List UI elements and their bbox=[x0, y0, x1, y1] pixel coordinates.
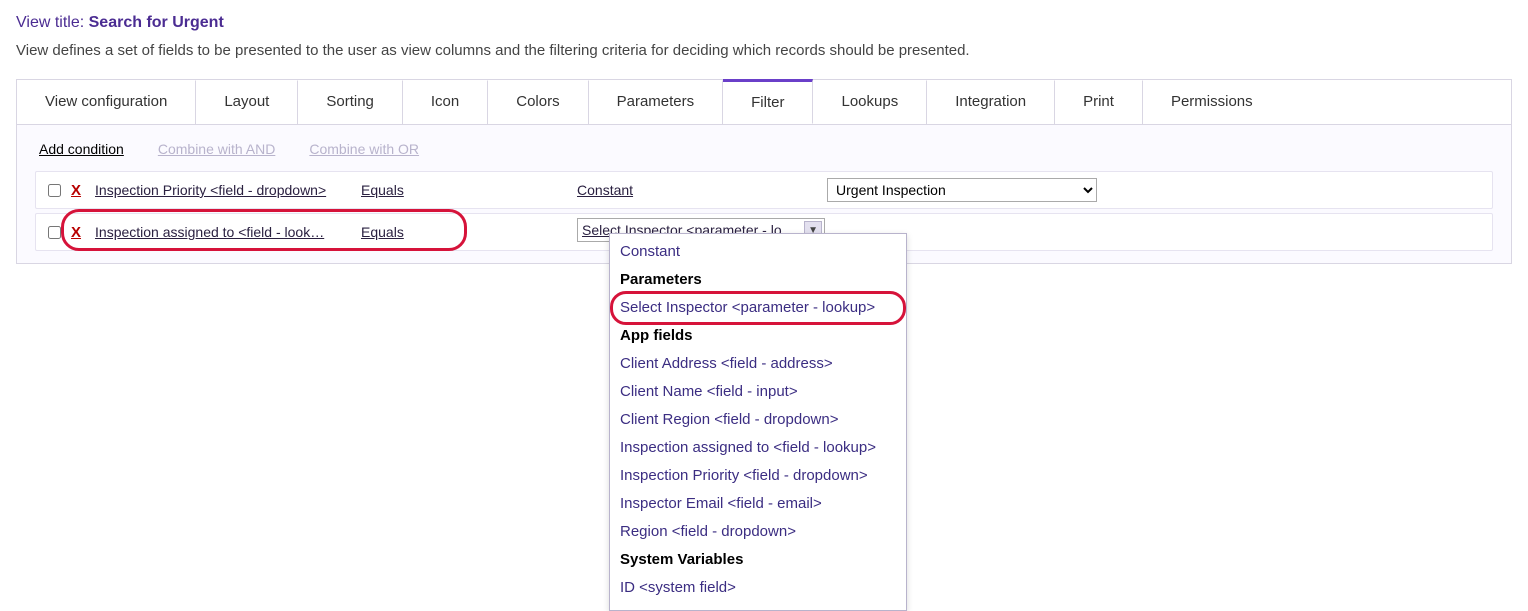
dropdown-heading-system-variables: System Variables bbox=[610, 546, 906, 574]
condition-field-link[interactable]: Inspection Priority <field - dropdown> bbox=[95, 182, 351, 198]
delete-row-icon[interactable]: X bbox=[71, 224, 81, 241]
page-title-value: Search for Urgent bbox=[89, 14, 224, 31]
condition-operator-link[interactable]: Equals bbox=[361, 182, 417, 198]
dropdown-item-client-address[interactable]: Client Address <field - address> bbox=[610, 350, 906, 378]
combine-and-link: Combine with AND bbox=[158, 141, 276, 157]
tab-filter[interactable]: Filter bbox=[723, 79, 813, 124]
tab-print[interactable]: Print bbox=[1055, 80, 1143, 124]
dropdown-item-constant[interactable]: Constant bbox=[610, 238, 906, 266]
filter-actions: Add condition Combine with AND Combine w… bbox=[39, 141, 1493, 157]
row-checkbox[interactable] bbox=[48, 226, 61, 239]
tab-parameters[interactable]: Parameters bbox=[589, 80, 724, 124]
condition-rhs-type-link[interactable]: Constant bbox=[577, 182, 827, 198]
dropdown-item-id[interactable]: ID <system field> bbox=[610, 574, 906, 602]
view-editor-page: View title: Search for Urgent View defin… bbox=[0, 0, 1528, 351]
dropdown-item-inspection-priority[interactable]: Inspection Priority <field - dropdown> bbox=[610, 462, 906, 490]
combine-or-link: Combine with OR bbox=[309, 141, 419, 157]
dropdown-item-client-name[interactable]: Client Name <field - input> bbox=[610, 378, 906, 406]
tab-colors[interactable]: Colors bbox=[488, 80, 588, 124]
tab-lookups[interactable]: Lookups bbox=[813, 80, 927, 124]
dropdown-item-client-region[interactable]: Client Region <field - dropdown> bbox=[610, 406, 906, 434]
rhs-type-dropdown[interactable]: Constant Parameters Select Inspector <pa… bbox=[609, 233, 907, 611]
tab-icon[interactable]: Icon bbox=[403, 80, 488, 124]
dropdown-item-select-inspector[interactable]: Select Inspector <parameter - lookup> bbox=[610, 294, 906, 322]
page-title: View title: Search for Urgent bbox=[16, 14, 1512, 32]
tab-integration[interactable]: Integration bbox=[927, 80, 1055, 124]
tab-view-configuration[interactable]: View configuration bbox=[17, 80, 196, 124]
delete-row-icon[interactable]: X bbox=[71, 182, 81, 199]
condition-operator-link[interactable]: Equals bbox=[361, 224, 417, 240]
dropdown-item-region[interactable]: Region <field - dropdown> bbox=[610, 518, 906, 546]
dropdown-heading-parameters: Parameters bbox=[610, 266, 906, 294]
page-description: View defines a set of fields to be prese… bbox=[16, 42, 1512, 59]
tabs-bar: View configuration Layout Sorting Icon C… bbox=[16, 79, 1512, 124]
condition-field-link[interactable]: Inspection assigned to <field - look… bbox=[95, 224, 351, 240]
row-checkbox[interactable] bbox=[48, 184, 61, 197]
add-condition-link[interactable]: Add condition bbox=[39, 141, 124, 157]
condition-value-select[interactable]: Urgent Inspection bbox=[827, 178, 1097, 202]
page-title-prefix: View title: bbox=[16, 14, 89, 31]
tab-layout[interactable]: Layout bbox=[196, 80, 298, 124]
condition-row: X Inspection Priority <field - dropdown>… bbox=[35, 171, 1493, 209]
tab-permissions[interactable]: Permissions bbox=[1143, 80, 1281, 124]
dropdown-item-inspection-assigned-to[interactable]: Inspection assigned to <field - lookup> bbox=[610, 434, 906, 462]
tab-sorting[interactable]: Sorting bbox=[298, 80, 403, 124]
dropdown-heading-app-fields: App fields bbox=[610, 322, 906, 350]
dropdown-item-inspector-email[interactable]: Inspector Email <field - email> bbox=[610, 490, 906, 518]
